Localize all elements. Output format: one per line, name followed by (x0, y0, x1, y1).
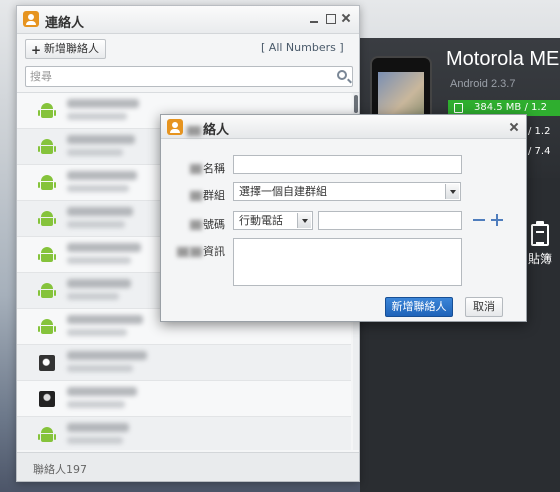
android-icon (38, 103, 56, 119)
close-icon[interactable] (507, 120, 521, 134)
contacts-titlebar: 連絡人 (17, 6, 359, 34)
phone-type-select[interactable]: 行動電話 (233, 211, 313, 230)
scrollbar-thumb[interactable] (354, 95, 358, 113)
android-icon (38, 175, 56, 191)
contact-name-redacted (67, 315, 143, 324)
contact-name-redacted (67, 351, 147, 360)
avatar (39, 391, 55, 407)
add-contact-button[interactable]: + 新增聯絡人 (25, 39, 106, 59)
android-icon (38, 211, 56, 227)
contact-detail-redacted (67, 401, 125, 408)
contact-name-redacted (67, 171, 137, 180)
group-select[interactable]: 選擇一個自建群組 (233, 182, 461, 201)
contacts-footer: 聯絡人197 (17, 452, 359, 481)
contact-name-redacted (67, 423, 129, 432)
name-field[interactable] (233, 155, 462, 174)
contact-name-redacted (67, 243, 141, 252)
list-item[interactable] (17, 417, 351, 450)
android-icon (38, 319, 56, 335)
contacts-app-icon (23, 11, 39, 27)
dialog-title: 絡人 (187, 119, 229, 138)
android-icon (38, 283, 56, 299)
contact-detail-redacted (67, 221, 125, 228)
remove-phone-icon[interactable] (473, 214, 485, 226)
storage-text-3: / 7.4 (528, 146, 551, 157)
clipboard-icon (531, 221, 549, 246)
contact-detail-redacted (67, 329, 127, 336)
android-icon (38, 427, 56, 443)
phone-label: 號碼 (165, 216, 225, 232)
sd-card-icon (454, 103, 463, 113)
contact-detail-redacted (67, 185, 129, 192)
contact-name-redacted (67, 207, 133, 216)
contact-name-redacted (67, 99, 139, 108)
phone-field[interactable] (318, 211, 462, 230)
list-item[interactable] (17, 381, 351, 417)
maximize-icon[interactable] (323, 11, 337, 25)
contact-name-redacted (67, 387, 137, 396)
android-icon (38, 139, 56, 155)
cancel-button[interactable]: 取消 (465, 297, 503, 317)
name-label: 名稱 (165, 160, 225, 176)
chevron-down-icon (297, 213, 311, 228)
avatar (39, 355, 55, 371)
device-os: Android 2.3.7 (450, 78, 516, 90)
contact-detail-redacted (67, 257, 131, 264)
contact-name-redacted (67, 135, 135, 144)
minimize-icon[interactable] (307, 11, 321, 25)
search-box (25, 66, 353, 87)
close-icon[interactable] (339, 11, 353, 25)
new-contact-dialog: 絡人 名稱 群組 選擇一個自建群組 號碼 行動電話 資訊 新增聯絡人 取消 (160, 114, 527, 322)
search-input[interactable] (26, 67, 326, 86)
search-icon[interactable] (337, 70, 347, 80)
info-textarea[interactable] (233, 238, 462, 286)
dialog-titlebar: 絡人 (161, 115, 526, 139)
contacts-app-icon (167, 119, 183, 135)
contact-count: 聯絡人197 (33, 463, 87, 476)
contact-detail-redacted (67, 293, 119, 300)
window-title: 連絡人 (45, 16, 85, 31)
contact-detail-redacted (67, 437, 123, 444)
android-icon (38, 247, 56, 263)
plus-icon: + (31, 43, 42, 57)
contact-detail-redacted (67, 149, 123, 156)
contact-detail-redacted (67, 113, 127, 120)
device-name: Motorola ME (446, 48, 560, 70)
number-filter-link[interactable]: [ All Numbers ] (261, 41, 344, 54)
contact-name-redacted (67, 279, 131, 288)
add-phone-icon[interactable] (491, 214, 503, 226)
contact-detail-redacted (67, 365, 133, 372)
chevron-down-icon (445, 184, 459, 199)
group-label: 群組 (165, 187, 225, 203)
add-contact-submit-button[interactable]: 新增聯絡人 (385, 297, 453, 317)
list-item[interactable] (17, 345, 351, 381)
info-label: 資訊 (165, 243, 225, 259)
storage-text-2: / 1.2 (528, 126, 551, 137)
